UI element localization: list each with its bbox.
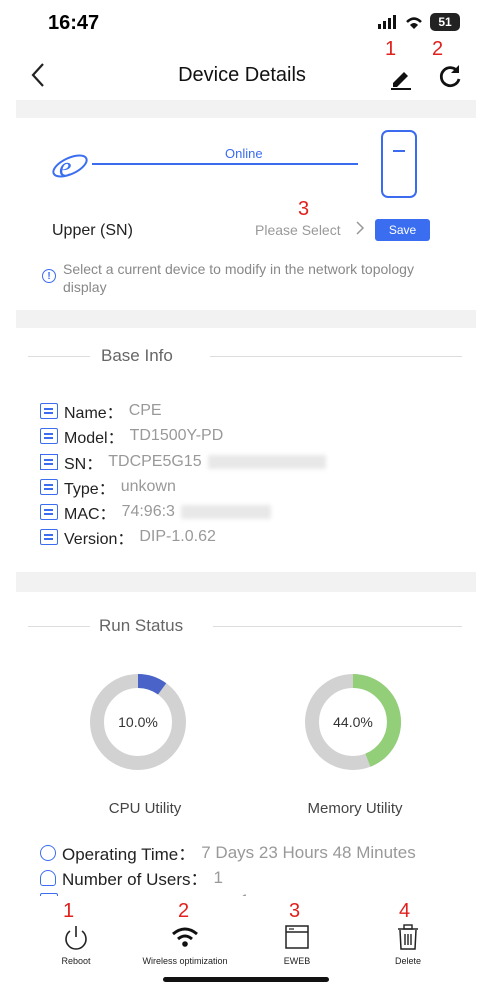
- archive-icon: [40, 529, 58, 545]
- wifi-status-icon: [406, 16, 422, 29]
- svg-text:e: e: [59, 152, 71, 183]
- signal-icon: [378, 15, 396, 29]
- eweb-label: EWEB: [283, 956, 311, 966]
- annotation-edit: 1: [385, 38, 397, 60]
- wireless-optimization-button[interactable]: Wireless optimization: [130, 920, 240, 966]
- reboot-label: Reboot: [61, 956, 91, 966]
- clock-icon: [40, 844, 56, 861]
- users-row: Number of Users： 1: [40, 865, 223, 890]
- separator: [16, 100, 476, 118]
- annotation-select: 3: [298, 198, 310, 220]
- status-icons: 51: [378, 13, 460, 31]
- upper-sn-label: Upper (SN): [52, 222, 133, 239]
- info-row-mac: MAC： 74:96:3: [40, 500, 271, 524]
- info-row-sn: SN： TDCPE5G15: [40, 450, 326, 474]
- info-row-model: Model： TD1500Y-PD: [40, 424, 223, 448]
- upper-sn-select[interactable]: Please Select: [255, 222, 341, 238]
- separator: [16, 572, 476, 592]
- redacted-blur: [180, 505, 271, 519]
- operating-time-row: Operating Time： 7 Days 23 Hours 48 Minute…: [40, 840, 416, 865]
- status-time: 16:47: [48, 12, 100, 34]
- run-status-title: Run Status: [99, 616, 184, 635]
- save-button[interactable]: Save: [375, 219, 430, 241]
- id-card-icon: [40, 403, 58, 419]
- info-row-name: Name： CPE: [40, 399, 162, 423]
- memory-value: 44.0%: [333, 714, 373, 730]
- divider: [28, 356, 90, 357]
- topology-hint: Select a current device to modify in the…: [63, 261, 414, 295]
- chevron-right-icon[interactable]: [355, 220, 365, 241]
- wireless-label: Wireless optimization: [142, 956, 228, 966]
- info-row-version: Version： DIP-1.0.62: [40, 525, 216, 549]
- battery-icon: 51: [430, 13, 460, 31]
- delete-label: Delete: [394, 956, 421, 966]
- divider: [28, 626, 90, 627]
- refresh-icon: [439, 65, 461, 88]
- divider: [210, 356, 462, 357]
- power-icon: [65, 926, 87, 950]
- link-status: Online: [225, 146, 263, 161]
- eweb-button[interactable]: EWEB: [242, 920, 352, 966]
- delete-button[interactable]: Delete: [353, 920, 463, 966]
- home-indicator: [163, 977, 329, 982]
- edit-button[interactable]: [388, 66, 414, 90]
- wifi-icon: [172, 927, 198, 947]
- separator: [16, 310, 476, 328]
- topology-link: [92, 163, 358, 165]
- annotation-refresh: 2: [432, 38, 444, 60]
- reboot-button[interactable]: Reboot: [21, 920, 131, 966]
- cpu-label: CPU Utility: [108, 800, 182, 817]
- memory-label: Memory Utility: [307, 800, 403, 817]
- trash-icon: [398, 924, 418, 950]
- info-row-type: Type： unkown: [40, 475, 176, 499]
- id-card-icon: [40, 428, 58, 444]
- user-icon: [40, 869, 56, 886]
- pencil-icon: [391, 72, 411, 90]
- divider: [213, 626, 462, 627]
- base-info-title: Base Info: [101, 346, 173, 365]
- file-icon: [40, 479, 58, 495]
- device-icon: [381, 130, 417, 198]
- refresh-button[interactable]: [436, 62, 464, 90]
- file-code-icon: [40, 504, 58, 520]
- browser-window-icon: [285, 925, 309, 949]
- cpu-value: 10.0%: [118, 714, 158, 730]
- info-icon: !: [42, 269, 56, 283]
- bookmark-icon: [40, 454, 58, 470]
- redacted-blur: [207, 455, 326, 469]
- internet-icon: e: [50, 148, 90, 184]
